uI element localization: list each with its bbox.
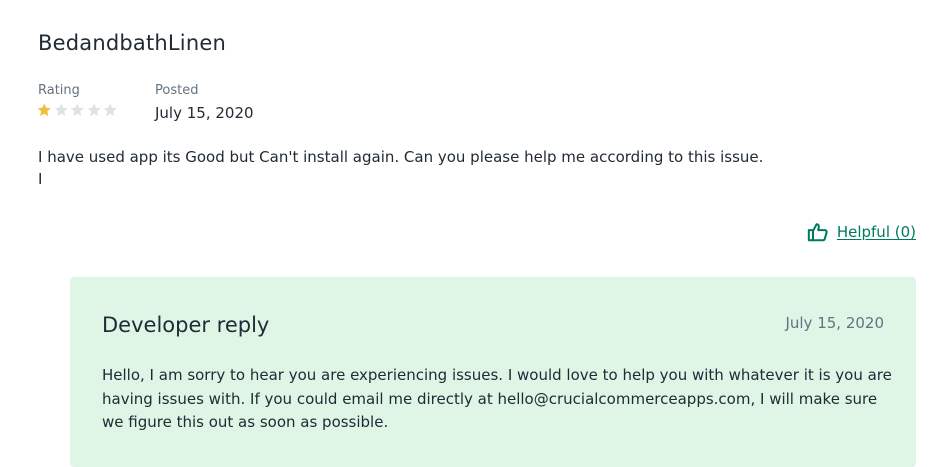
star-icon: [70, 103, 84, 117]
star-icon: [103, 103, 117, 117]
star-icon: [87, 103, 101, 117]
review-body: I have used app its Good but Can't insta…: [38, 146, 898, 190]
review-text-continued: I: [38, 170, 43, 188]
star-icon: [37, 103, 51, 117]
review-text: I have used app its Good but Can't insta…: [38, 148, 764, 166]
reviewer-name: BedandbathLinen: [38, 31, 226, 55]
helpful-link[interactable]: Helpful (0): [837, 223, 916, 241]
posted-label: Posted: [155, 83, 199, 98]
posted-date: July 15, 2020: [155, 104, 254, 122]
reply-date: July 15, 2020: [785, 314, 884, 332]
star-rating: [36, 102, 119, 122]
reply-title: Developer reply: [102, 313, 270, 337]
thumbs-up-icon: [807, 223, 828, 242]
helpful-button[interactable]: Helpful (0): [807, 221, 916, 243]
rating-label: Rating: [38, 83, 80, 98]
developer-reply: Developer reply July 15, 2020 Hello, I a…: [70, 277, 916, 467]
star-icon: [54, 103, 68, 117]
reply-body: Hello, I am sorry to hear you are experi…: [102, 366, 892, 431]
